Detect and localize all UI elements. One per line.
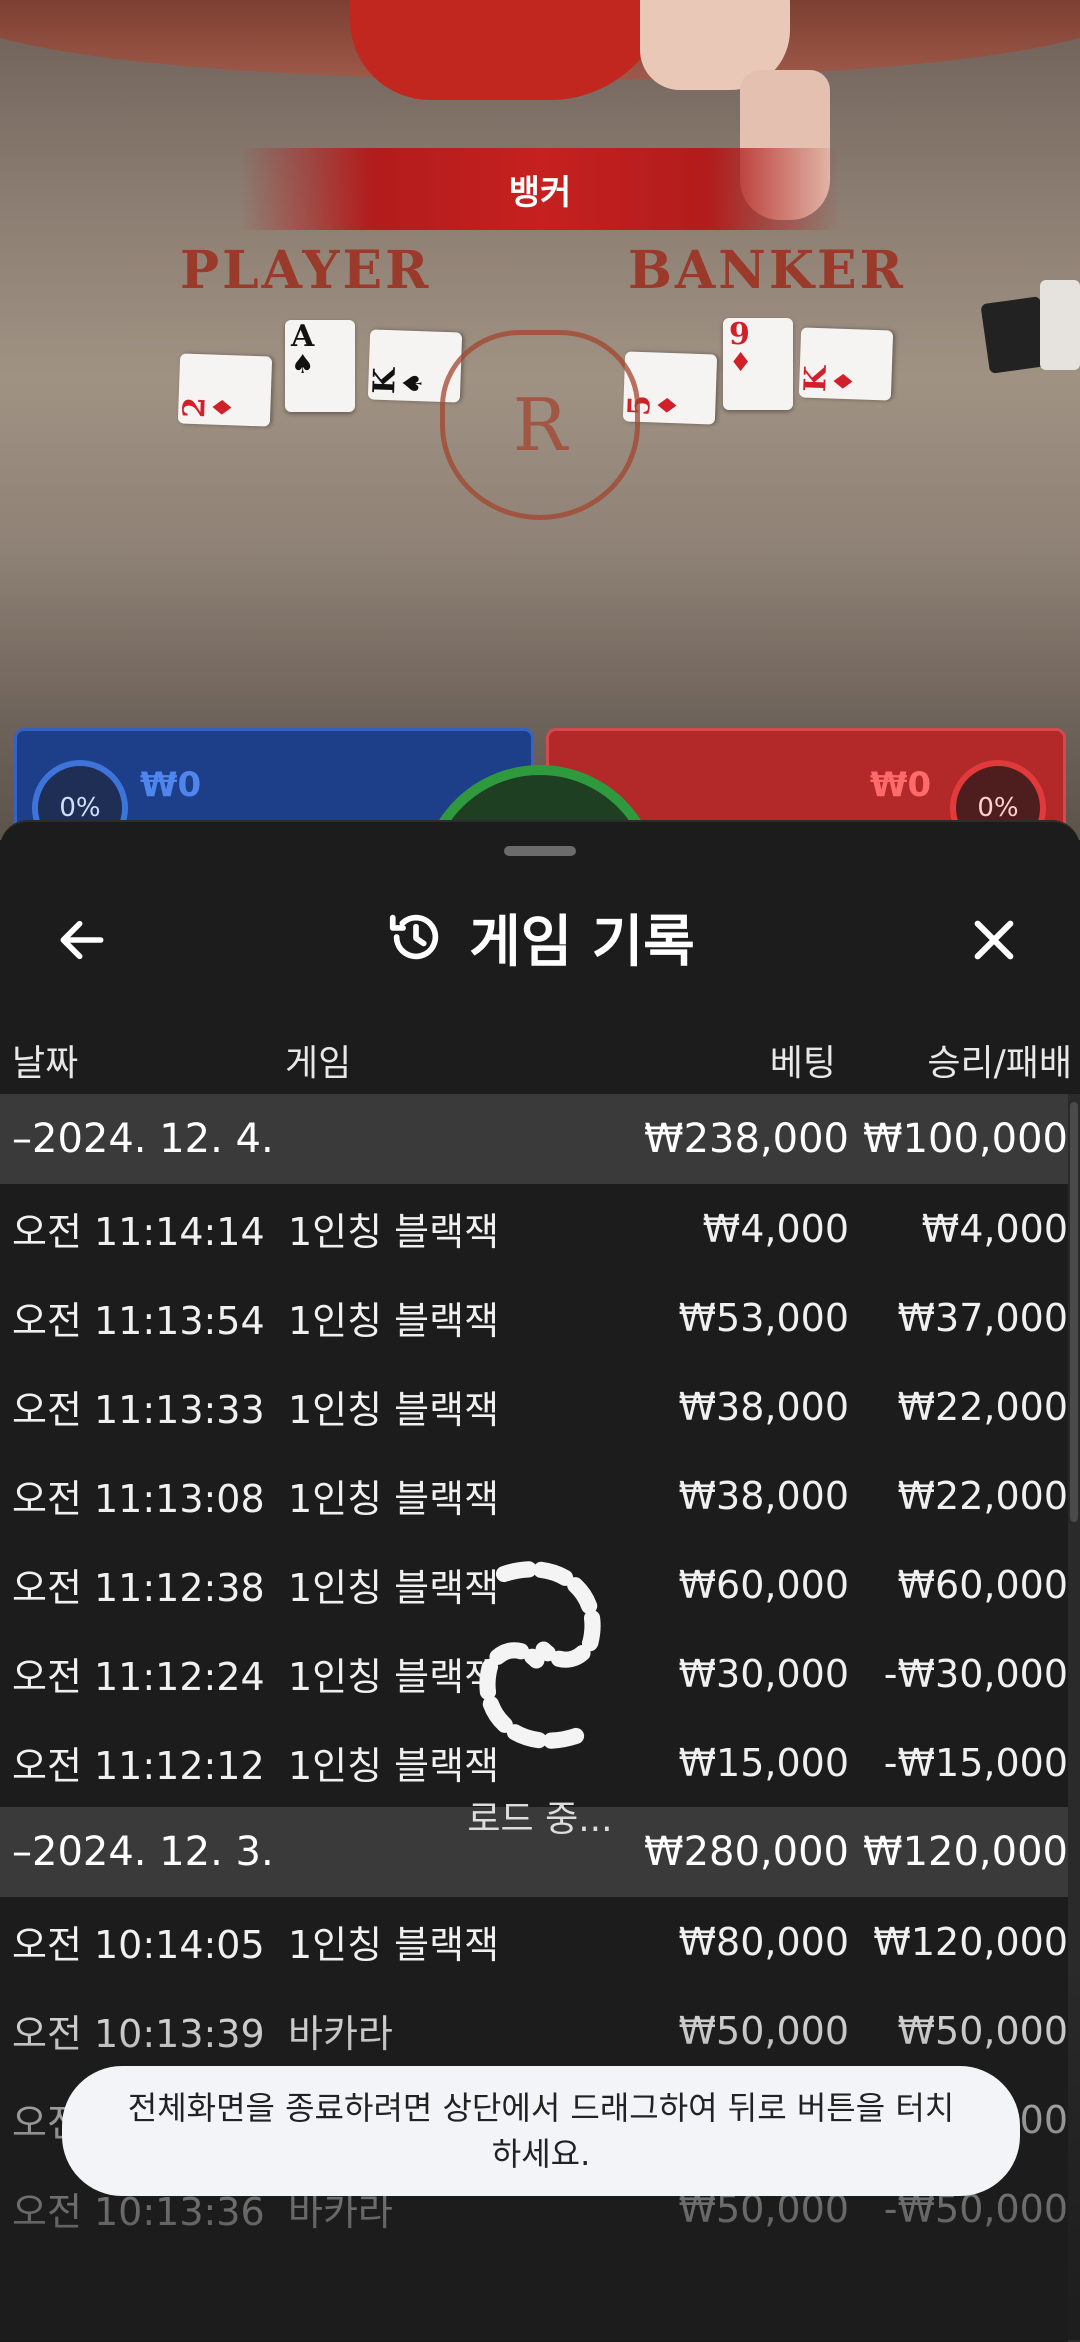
page-title: 게임 기록 [469,909,695,975]
row-result: ₩4,000 [921,1206,1068,1251]
playing-card: A ♠ [285,320,355,412]
card-rank: A [291,319,315,354]
group-win-total: ₩100,000 [863,1116,1068,1162]
row-bet: ₩4,000 [702,1206,849,1251]
card-suit: ♠ [397,371,429,396]
row-time: 오전 11:12:38 [12,1566,265,1610]
date-group-row[interactable]: –2024. 12. 4. ₩238,000 ₩100,000 [0,1094,1068,1184]
row-time: 오전 11:13:08 [12,1477,265,1521]
group-bet-total: ₩280,000 [644,1829,849,1875]
row-game: 1인칭 블랙잭 [288,1299,500,1343]
playing-card: K ♦ [798,327,894,401]
back-button[interactable] [44,902,120,978]
row-bet: ₩30,000 [678,1651,849,1696]
playing-card: 2 ♦ [177,353,273,427]
loading-spinner-icon [479,1561,601,1749]
row-bet: ₩38,000 [678,1473,849,1518]
column-header-game: 게임 [285,1043,352,1084]
close-icon [974,920,1014,960]
row-bet: ₩15,000 [678,1740,849,1785]
table-row[interactable]: 오전 11:14:14 1인칭 블랙잭 ₩4,000 ₩4,000 [0,1184,1068,1273]
row-result: -₩15,000 [883,1740,1068,1785]
player-label: PLAYER [180,240,432,301]
group-date: –2024. 12. 3. [12,1829,274,1875]
row-bet: ₩38,000 [678,1384,849,1429]
banker-label: BANKER [628,240,906,301]
row-time: 오전 11:13:33 [12,1388,265,1432]
row-result: ₩37,000 [897,1295,1068,1340]
history-icon [390,914,439,960]
table-row[interactable]: 오전 11:13:33 1인칭 블랙잭 ₩38,000 ₩22,000 [0,1362,1068,1451]
outcome-banner: 뱅커 [240,148,840,230]
row-game: 1인칭 블랙잭 [288,1210,500,1254]
card-suit: ♦ [207,395,239,420]
row-time: 오전 11:13:54 [12,1299,265,1343]
card-rank: 9 [729,317,750,352]
card-shoe [1040,280,1080,370]
row-result: ₩22,000 [897,1473,1068,1518]
live-video-feed: 뱅커 PLAYER BANKER 2 ♦ A ♠ K ♠ 5 ♦ 9 ♦ K ♦ R 0% ₩0 ₩… [0,0,1080,840]
row-bet: ₩53,000 [678,1295,849,1340]
card-suit: ♠ [291,350,315,380]
banker-amount: ₩0 [870,765,932,805]
row-result: ₩60,000 [897,1562,1068,1607]
fullscreen-toast: 전체화면을 종료하려면 상단에서 드래그하여 뒤로 버튼을 터치하세요. [62,2066,1020,2196]
dealer-arm [350,0,670,100]
table-row[interactable]: 오전 11:13:08 1인칭 블랙잭 ₩38,000 ₩22,000 [0,1451,1068,1540]
row-result: -₩30,000 [883,1651,1068,1696]
player-amount: ₩0 [140,765,202,805]
row-time: 오전 11:12:24 [12,1655,265,1699]
row-time: 오전 11:14:14 [12,1210,265,1254]
row-result: ₩22,000 [897,1384,1068,1429]
column-headers: 날짜 게임 베팅 승리/패배 [0,1012,1080,1092]
card-suit: ♦ [652,393,684,418]
card-suit: ♦ [828,369,860,394]
column-header-result: 승리/패배 [927,1043,1072,1084]
column-header-bet: 베팅 [769,1043,836,1084]
group-win-total: ₩120,000 [863,1829,1068,1875]
sheet-header: 게임 기록 [0,882,1080,992]
group-date: –2024. 12. 4. [12,1116,274,1162]
close-button[interactable] [956,902,1032,978]
playing-card: 9 ♦ [723,318,793,410]
sheet-drag-handle[interactable] [504,846,576,856]
column-header-date: 날짜 [12,1043,79,1084]
row-game: 1인칭 블랙잭 [288,1477,500,1521]
table-row[interactable]: 오전 11:13:54 1인칭 블랙잭 ₩53,000 ₩37,000 [0,1273,1068,1362]
row-time: 오전 11:12:12 [12,1744,265,1788]
card-suit: ♦ [729,348,753,378]
arrow-left-icon [60,920,104,960]
row-bet: ₩60,000 [678,1562,849,1607]
scrollbar-thumb[interactable] [1070,1102,1078,1522]
row-game: 1인칭 블랙잭 [288,1388,500,1432]
loading-text: 로드 중... [467,1799,613,1840]
table-crest: R [440,330,640,520]
group-bet-total: ₩238,000 [644,1116,849,1162]
